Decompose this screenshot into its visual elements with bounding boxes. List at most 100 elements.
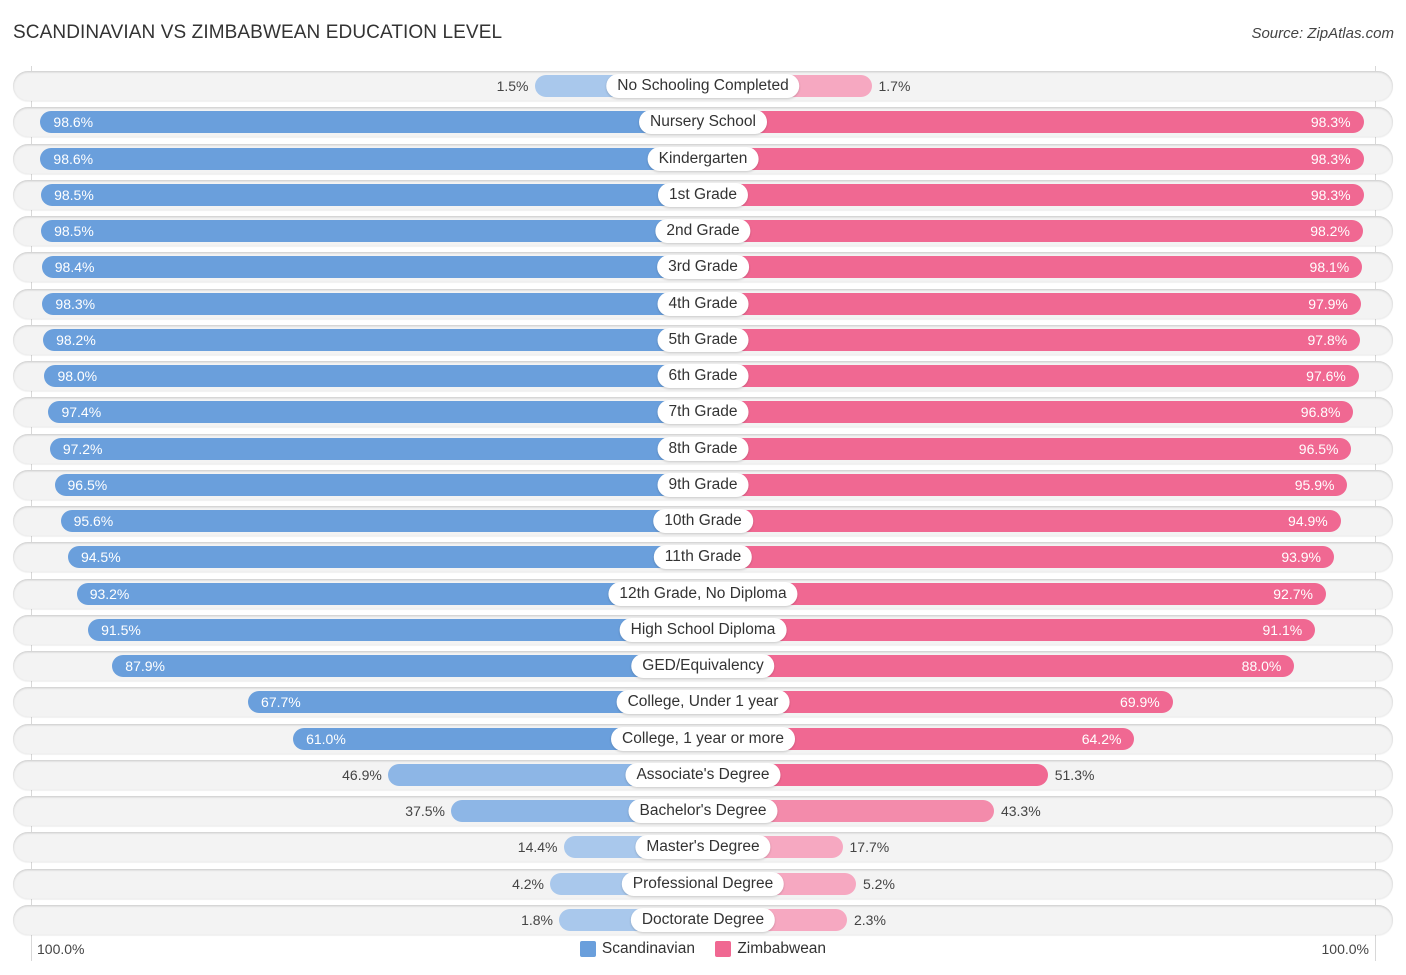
bar-zimbabwean-11th-grade[interactable] <box>703 546 1334 569</box>
category-label: Master's Degree <box>635 835 771 860</box>
category-label: Bachelor's Degree <box>628 799 778 823</box>
bar-scandinavian-11th-grade[interactable] <box>67 546 703 569</box>
legend: Scandinavian Zimbabwean <box>0 940 1406 962</box>
value-label-zimbabwean: 43.3% <box>1000 803 1041 819</box>
bar-scandinavian-2nd-grade[interactable] <box>41 220 703 242</box>
bar-scandinavian-4th-grade[interactable] <box>42 292 703 315</box>
value-label-zimbabwean: 5.2% <box>863 875 895 892</box>
value-label-scandinavian: 37.5% <box>405 803 445 819</box>
value-label-scandinavian: 1.5% <box>496 78 529 94</box>
bar-scandinavian-9th-grade[interactable] <box>54 473 703 496</box>
bar-zimbabwean-10th-grade[interactable] <box>703 510 1341 532</box>
bar-scandinavian-3rd-grade[interactable] <box>41 256 703 279</box>
value-label-scandinavian: 87.9% <box>125 658 165 674</box>
value-label-scandinavian: 46.9% <box>342 766 382 783</box>
value-label-scandinavian: 14.4% <box>517 839 558 856</box>
value-label-scandinavian: 61.0% <box>306 730 346 747</box>
bar-scandinavian-5th-grade[interactable] <box>43 328 703 351</box>
category-label: Professional Degree <box>621 871 785 896</box>
category-label: Associate's Degree <box>625 762 781 787</box>
value-label-scandinavian: 97.4% <box>61 404 102 421</box>
legend-item-zimbabwean[interactable]: Zimbabwean <box>715 940 826 958</box>
value-label-zimbabwean: 97.6% <box>1306 368 1346 384</box>
value-label-scandinavian: 4.2% <box>512 875 544 892</box>
value-label-zimbabwean: 93.9% <box>1281 549 1322 566</box>
value-label-scandinavian: 98.2% <box>56 331 96 348</box>
category-label: 12th Grade, No Diploma <box>608 581 798 606</box>
value-label-scandinavian: 94.5% <box>80 549 121 566</box>
legend-swatch-scandinavian <box>579 941 596 957</box>
bar-zimbabwean-7th-grade[interactable] <box>703 401 1354 424</box>
bar-zimbabwean-ged-equivalency[interactable] <box>703 655 1295 677</box>
value-label-zimbabwean: 97.9% <box>1308 295 1348 312</box>
value-label-scandinavian: 98.4% <box>54 259 95 276</box>
value-label-scandinavian: 98.6% <box>53 114 94 131</box>
bar-scandinavian-nursery-school[interactable] <box>40 111 703 134</box>
value-label-scandinavian: 98.6% <box>53 150 94 167</box>
value-label-scandinavian: 91.5% <box>101 621 141 638</box>
bar-scandinavian-7th-grade[interactable] <box>48 401 703 424</box>
value-label-zimbabwean: 96.8% <box>1300 404 1341 421</box>
legend-label-scandinavian: Scandinavian <box>601 940 695 957</box>
category-label: 6th Grade <box>657 364 749 388</box>
value-label-zimbabwean: 51.3% <box>1054 766 1095 783</box>
bar-zimbabwean-5th-grade[interactable] <box>703 328 1361 351</box>
value-label-zimbabwean: 1.7% <box>878 78 911 94</box>
value-label-zimbabwean: 17.7% <box>849 839 890 856</box>
bar-zimbabwean-6th-grade[interactable] <box>703 365 1359 387</box>
bar-scandinavian-8th-grade[interactable] <box>49 437 703 460</box>
value-label-zimbabwean: 96.5% <box>1298 440 1339 457</box>
category-label: 8th Grade <box>657 436 749 461</box>
value-label-scandinavian: 96.5% <box>67 476 108 493</box>
bar-scandinavian-10th-grade[interactable] <box>60 510 703 532</box>
bar-zimbabwean-8th-grade[interactable] <box>703 437 1352 460</box>
value-label-scandinavian: 1.8% <box>521 911 553 928</box>
category-label: 4th Grade <box>657 291 749 316</box>
bar-zimbabwean-1st-grade[interactable] <box>703 183 1364 206</box>
category-label: 11th Grade <box>653 545 753 570</box>
value-label-zimbabwean: 98.3% <box>1310 186 1351 203</box>
category-label: Doctorate Degree <box>630 907 776 932</box>
value-label-zimbabwean: 95.9% <box>1294 476 1335 493</box>
value-label-scandinavian: 98.5% <box>54 223 94 239</box>
value-label-zimbabwean: 98.3% <box>1310 114 1351 131</box>
bar-scandinavian-6th-grade[interactable] <box>44 365 703 387</box>
value-label-zimbabwean: 98.2% <box>1310 223 1350 239</box>
bar-zimbabwean-4th-grade[interactable] <box>703 292 1361 315</box>
value-label-zimbabwean: 94.9% <box>1288 513 1328 529</box>
bar-zimbabwean-nursery-school[interactable] <box>703 111 1364 134</box>
value-label-zimbabwean: 98.1% <box>1309 259 1350 276</box>
bar-zimbabwean-high-school-diploma[interactable] <box>703 618 1316 641</box>
value-label-scandinavian: 97.2% <box>62 440 103 457</box>
chart-area: No Schooling Completed 1.5% 1.7% Nursery Sc… <box>0 0 1406 975</box>
value-label-zimbabwean: 92.7% <box>1273 585 1313 602</box>
category-label: 2nd Grade <box>655 219 751 243</box>
value-label-scandinavian: 67.7% <box>261 694 301 711</box>
value-label-scandinavian: 98.3% <box>55 295 96 312</box>
category-label: 9th Grade <box>657 472 749 497</box>
bar-scandinavian-ged-equivalency[interactable] <box>112 655 703 677</box>
category-label: 3rd Grade <box>657 255 749 280</box>
value-label-scandinavian: 95.6% <box>73 513 114 529</box>
category-label: College, 1 year or more <box>611 726 795 751</box>
bar-zimbabwean-kindergarten[interactable] <box>703 147 1364 170</box>
value-label-zimbabwean: 98.3% <box>1310 150 1351 167</box>
value-label-zimbabwean: 91.1% <box>1262 621 1303 638</box>
category-label: 7th Grade <box>657 400 749 425</box>
bar-zimbabwean-9th-grade[interactable] <box>703 473 1348 496</box>
bar-zimbabwean-3rd-grade[interactable] <box>703 256 1363 279</box>
bar-zimbabwean-2nd-grade[interactable] <box>703 220 1363 242</box>
category-label: 1st Grade <box>657 182 749 207</box>
value-label-zimbabwean: 69.9% <box>1120 694 1160 711</box>
category-label: 5th Grade <box>657 327 749 352</box>
value-label-scandinavian: 98.5% <box>54 186 94 203</box>
bar-scandinavian-1st-grade[interactable] <box>41 183 703 206</box>
bar-scandinavian-kindergarten[interactable] <box>40 147 703 170</box>
value-label-zimbabwean: 2.3% <box>854 911 886 928</box>
legend-item-scandinavian[interactable]: Scandinavian <box>579 940 695 958</box>
category-label: GED/Equivalency <box>631 654 775 678</box>
value-label-zimbabwean: 64.2% <box>1081 730 1122 747</box>
category-label: College, Under 1 year <box>616 690 790 715</box>
bar-scandinavian-high-school-diploma[interactable] <box>88 618 703 641</box>
value-label-zimbabwean: 88.0% <box>1241 658 1282 674</box>
